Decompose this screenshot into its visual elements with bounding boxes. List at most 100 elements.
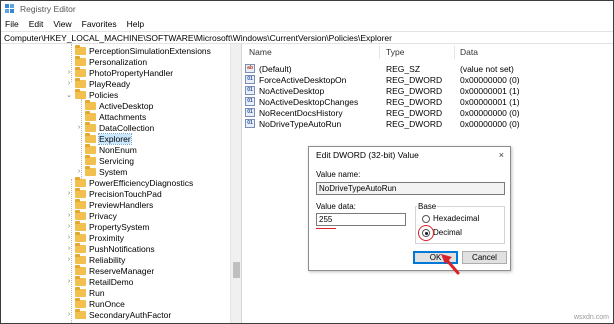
value-row[interactable]: 01 NoActiveDesktop REG_DWORD 0x00000001 (1) bbox=[243, 86, 613, 97]
tree-item-privacy[interactable]: › Privacy bbox=[65, 209, 117, 221]
decimal-label[interactable]: Decimal bbox=[433, 228, 462, 237]
folder-icon bbox=[75, 44, 86, 55]
chevron-right-icon[interactable]: › bbox=[65, 69, 73, 76]
hexadecimal-radio[interactable] bbox=[422, 215, 430, 223]
chevron-right-icon[interactable]: › bbox=[65, 311, 73, 318]
value-name: ForceActiveDesktopOn bbox=[259, 75, 347, 85]
menu-item-file[interactable]: File bbox=[5, 19, 19, 29]
tree-item-system[interactable]: › System bbox=[75, 165, 127, 177]
folder-icon bbox=[85, 143, 96, 154]
base-groupbox: Hexadecimal Decimal bbox=[415, 206, 505, 244]
registry-editor-window: Registry Editor File Edit View Favorites Hel… bbox=[0, 0, 614, 324]
folder-icon bbox=[75, 253, 86, 264]
dialog-close-button[interactable]: × bbox=[499, 150, 504, 160]
tree-item-pushnotifications[interactable]: › PushNotifications bbox=[65, 242, 155, 254]
tree-item-run[interactable]: Run bbox=[65, 286, 105, 298]
chevron-right-icon[interactable]: › bbox=[75, 124, 83, 131]
chevron-right-icon[interactable]: › bbox=[65, 278, 73, 285]
tree-item-nonenum[interactable]: NonEnum bbox=[75, 143, 137, 155]
menu-item-help[interactable]: Help bbox=[127, 19, 144, 29]
chevron-right-icon[interactable]: › bbox=[65, 212, 73, 219]
chevron-right-icon[interactable]: › bbox=[75, 168, 83, 175]
value-name-field[interactable]: NoDriveTypeAutoRun bbox=[316, 182, 505, 195]
tree-item-datacollection[interactable]: › DataCollection bbox=[75, 121, 154, 133]
tree-item-label: PhotoPropertyHandler bbox=[89, 67, 174, 78]
tree-item-label: NonEnum bbox=[99, 144, 137, 155]
tree-item-label: Run bbox=[89, 287, 105, 298]
folder-icon bbox=[75, 275, 86, 286]
tree-item-previewhandlers[interactable]: PreviewHandlers bbox=[65, 198, 153, 210]
chevron-right-icon[interactable]: › bbox=[65, 256, 73, 263]
menu-item-edit[interactable]: Edit bbox=[29, 19, 44, 29]
value-name: (Default) bbox=[259, 64, 292, 74]
tree-item-retaildemo[interactable]: › RetailDemo bbox=[65, 275, 134, 287]
chevron-down-icon[interactable]: ⌄ bbox=[65, 91, 73, 99]
chevron-right-icon[interactable]: › bbox=[65, 245, 73, 252]
edit-dword-dialog: Edit DWORD (32-bit) Value × Value name: … bbox=[308, 146, 511, 275]
tree-scrollbar-thumb[interactable] bbox=[233, 262, 240, 278]
column-header-name[interactable]: Name bbox=[249, 47, 272, 59]
folder-icon bbox=[75, 77, 86, 88]
tree-item-activedesktop[interactable]: ActiveDesktop bbox=[75, 99, 153, 111]
tree-item-label: PerceptionSimulationExtensions bbox=[89, 45, 211, 56]
tree-item-playready[interactable]: › PlayReady bbox=[65, 77, 130, 89]
tree-item-secondaryauthfactor[interactable]: › SecondaryAuthFactor bbox=[65, 308, 171, 320]
chevron-right-icon[interactable]: › bbox=[65, 234, 73, 241]
tree-item-precisiontouchpad[interactable]: › PrecisionTouchPad bbox=[65, 187, 162, 199]
tree-item-label: Proximity bbox=[89, 232, 124, 243]
tree-item-perceptionsimulationextensions[interactable]: PerceptionSimulationExtensions bbox=[65, 44, 211, 56]
tree-item-photopropertyhandler[interactable]: › PhotoPropertyHandler bbox=[65, 66, 174, 78]
value-data: 0x00000001 (1) bbox=[460, 97, 520, 107]
tree-item-policies[interactable]: ⌄ Policies bbox=[65, 88, 118, 100]
column-header-type[interactable]: Type bbox=[386, 47, 404, 59]
hexadecimal-label[interactable]: Hexadecimal bbox=[433, 214, 479, 223]
column-divider[interactable] bbox=[454, 46, 455, 59]
tree-item-propertysystem[interactable]: › PropertySystem bbox=[65, 220, 150, 232]
value-name: NoDriveTypeAutoRun bbox=[259, 119, 342, 129]
column-header-data[interactable]: Data bbox=[460, 47, 478, 59]
value-data: 0x00000001 (1) bbox=[460, 86, 520, 96]
tree-item-reliability[interactable]: › Reliability bbox=[65, 253, 125, 265]
column-divider[interactable] bbox=[379, 46, 380, 59]
value-row[interactable]: ab (Default) REG_SZ (value not set) bbox=[243, 64, 613, 75]
annotation-arrow-icon bbox=[441, 254, 460, 275]
folder-icon bbox=[75, 66, 86, 77]
tree-item-label: RetailDemo bbox=[89, 276, 134, 287]
value-row[interactable]: 01 NoDriveTypeAutoRun REG_DWORD 0x00000000 … bbox=[243, 119, 613, 130]
base-group-label: Base bbox=[417, 202, 438, 211]
tree-scrollbar[interactable] bbox=[230, 44, 241, 323]
folder-icon bbox=[75, 88, 86, 99]
value-row[interactable]: 01 NoActiveDesktopChanges REG_DWORD 0x00000… bbox=[243, 97, 613, 108]
chevron-right-icon[interactable]: › bbox=[65, 80, 73, 87]
tree-item-reservemanager[interactable]: ReserveManager bbox=[65, 264, 155, 276]
value-type: REG_DWORD bbox=[386, 108, 443, 118]
menu-item-view[interactable]: View bbox=[53, 19, 71, 29]
menu-bar: File Edit View Favorites Help bbox=[1, 17, 613, 31]
folder-icon bbox=[85, 165, 96, 176]
folder-icon bbox=[75, 220, 86, 231]
tree-item-attachments[interactable]: Attachments bbox=[75, 110, 146, 122]
value-row[interactable]: 01 ForceActiveDesktopOn REG_DWORD 0x0000000… bbox=[243, 75, 613, 86]
tree-item-personalization[interactable]: Personalization bbox=[65, 55, 147, 67]
tree-item-powerefficiencydiagnostics[interactable]: PowerEfficiencyDiagnostics bbox=[65, 176, 193, 188]
value-type: REG_SZ bbox=[386, 64, 421, 74]
chevron-right-icon[interactable]: › bbox=[65, 223, 73, 230]
tree-item-explorer[interactable]: Explorer bbox=[75, 132, 132, 145]
tree-item-servicing[interactable]: Servicing bbox=[75, 154, 134, 166]
folder-icon bbox=[75, 308, 86, 319]
tree-item-proximity[interactable]: › Proximity bbox=[65, 231, 124, 243]
chevron-right-icon[interactable]: › bbox=[65, 190, 73, 197]
tree-item-label: ReserveManager bbox=[89, 265, 155, 276]
value-data-input[interactable]: 255 bbox=[316, 213, 406, 226]
menu-item-favorites[interactable]: Favorites bbox=[82, 19, 117, 29]
address-bar[interactable]: Computer\HKEY_LOCAL_MACHINE\SOFTWARE\Mic… bbox=[1, 31, 613, 44]
window-title: Registry Editor bbox=[20, 4, 76, 14]
value-row[interactable]: 01 NoRecentDocsHistory REG_DWORD 0x00000000… bbox=[243, 108, 613, 119]
tree-item-runonce[interactable]: RunOnce bbox=[65, 297, 125, 309]
folder-icon bbox=[85, 121, 96, 132]
folder-icon bbox=[75, 187, 86, 198]
value-name: NoActiveDesktop bbox=[259, 86, 325, 96]
tree-item-label: PropertySystem bbox=[89, 221, 150, 232]
folder-icon bbox=[85, 154, 96, 165]
value-data: (value not set) bbox=[460, 64, 514, 74]
